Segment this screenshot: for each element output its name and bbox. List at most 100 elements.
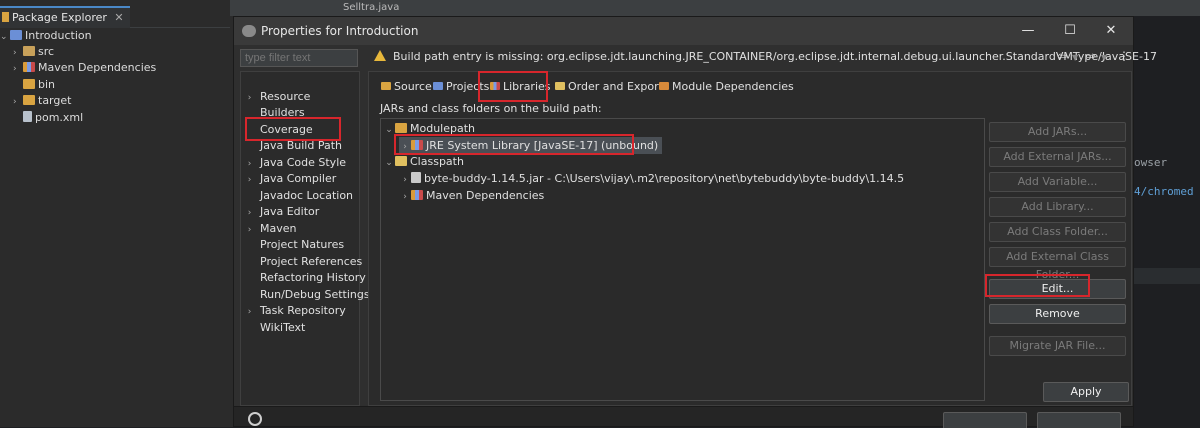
tab-module-dependencies[interactable]: Module Dependencies [659, 78, 794, 96]
folder-icon [23, 79, 35, 89]
chevron-right-icon[interactable]: › [243, 172, 256, 188]
tab-libraries[interactable]: Libraries [490, 78, 551, 96]
tree-item-classpath[interactable]: ⌄ Classpath [383, 153, 464, 170]
tree-item-maven-dependencies[interactable]: › Maven Dependencies [399, 187, 544, 204]
tree-item-target[interactable]: › target [13, 93, 71, 109]
minimize-button[interactable]: — [1015, 21, 1041, 41]
editor-area[interactable] [1134, 16, 1200, 427]
chevron-right-icon[interactable]: › [13, 45, 23, 61]
dropdown-arrow-icon[interactable]: ▼ [1101, 53, 1107, 62]
tree-item-label: byte-buddy-1.14.5.jar - C:\Users\vijay\.… [424, 172, 905, 185]
dialog-button-bar [234, 406, 1133, 428]
nav-item-java-code-style[interactable]: › Java Code Style [243, 155, 346, 171]
tree-item-label: Maven Dependencies [426, 189, 545, 202]
nav-item-label: Java Code Style [260, 156, 347, 169]
nav-item-project-references[interactable]: Project References [243, 254, 362, 270]
view-menu-icon[interactable]: ⋮ [1118, 49, 1130, 63]
warning-icon [374, 50, 386, 61]
nav-item-java-editor[interactable]: › Java Editor [243, 204, 320, 221]
nav-item-project-natures[interactable]: Project Natures [243, 237, 344, 253]
tree-item-introduction[interactable]: ⌄ Introduction [0, 28, 92, 44]
chevron-right-icon[interactable]: › [243, 304, 256, 320]
xml-file-icon [23, 111, 32, 122]
nav-item-java-compiler[interactable]: › Java Compiler [243, 171, 337, 188]
tab-label: Libraries [503, 80, 551, 93]
editor-toolbar: Selltra.java [230, 0, 1200, 16]
help-icon[interactable] [248, 412, 262, 426]
nav-item-run-debug-settings[interactable]: Run/Debug Settings [243, 287, 370, 303]
apply-and-close-button[interactable] [943, 412, 1027, 428]
add-external-class-folder-button[interactable]: Add External Class Folder... [989, 247, 1126, 281]
forward-arrow-icon[interactable]: ⇨ [1086, 49, 1096, 63]
libraries-icon [490, 82, 500, 90]
tab-label: Module Dependencies [672, 80, 794, 93]
remove-button[interactable]: Remove [989, 304, 1126, 324]
tree-item-jre-system-library[interactable]: › JRE System Library [JavaSE-17] (unbound… [399, 137, 663, 154]
tree-item-byte-buddy-jar[interactable]: › byte-buddy-1.14.5.jar - C:\Users\vijay\… [399, 170, 904, 187]
build-path-entries-tree: ⌄ Modulepath › JRE System Library [JavaSE-… [380, 118, 985, 401]
filter-input[interactable] [240, 49, 358, 67]
add-class-folder-button[interactable]: Add Class Folder... [989, 222, 1126, 242]
package-explorer-tree: ⌄ Introduction › src › Maven Dependencies b… [0, 28, 230, 427]
add-library-button[interactable]: Add Library... [989, 197, 1126, 217]
add-variable-button[interactable]: Add Variable... [989, 172, 1126, 192]
chevron-down-icon[interactable]: ⌄ [383, 122, 395, 139]
nav-item-label: Maven [260, 222, 297, 235]
module-dependencies-icon [659, 82, 669, 90]
tab-projects[interactable]: Projects [433, 78, 489, 96]
tree-item-maven-dependencies[interactable]: › Maven Dependencies [13, 60, 156, 76]
tree-item-src[interactable]: › src [13, 44, 54, 60]
chevron-right-icon[interactable]: › [243, 156, 256, 172]
dialog-titlebar[interactable]: Properties for Introduction — ☐ ✕ [234, 17, 1133, 45]
tab-source[interactable]: Source [381, 78, 432, 96]
nav-item-coverage[interactable]: Coverage [243, 122, 313, 138]
dropdown-arrow-icon[interactable]: ▼ [1072, 53, 1078, 62]
nav-item-task-repository[interactable]: › Task Repository [243, 303, 346, 319]
package-explorer-header: Package Explorer ✕ [0, 6, 230, 28]
nav-item-label: Task Repository [260, 304, 346, 317]
add-external-jars-button[interactable]: Add External JARs... [989, 147, 1126, 167]
chevron-right-icon[interactable]: › [13, 61, 23, 77]
chevron-right-icon[interactable]: › [243, 90, 256, 106]
chevron-right-icon[interactable]: › [243, 205, 256, 221]
editor-tab[interactable]: Selltra.java [343, 2, 435, 16]
chevron-right-icon[interactable]: › [13, 94, 23, 110]
projects-icon [433, 82, 443, 90]
tree-item-label: Modulepath [410, 122, 476, 135]
nav-item-java-build-path[interactable]: Java Build Path [243, 138, 342, 154]
close-button[interactable]: ✕ [1098, 21, 1124, 41]
nav-item-label: Resource [260, 90, 311, 103]
nav-item-label: Java Editor [260, 205, 320, 218]
chevron-down-icon[interactable]: ⌄ [0, 29, 10, 45]
tree-item-bin[interactable]: bin [13, 77, 55, 93]
nav-item-maven[interactable]: › Maven [243, 221, 297, 238]
tree-item-pom-xml[interactable]: pom.xml [13, 110, 83, 126]
tree-item-label: JRE System Library [JavaSE-17] (unbound) [426, 139, 659, 152]
tree-item-label: Maven Dependencies [38, 61, 157, 74]
nav-item-wikitext[interactable]: WikiText [243, 320, 305, 336]
chevron-right-icon[interactable]: › [243, 222, 256, 238]
migrate-jar-file-button[interactable]: Migrate JAR File... [989, 336, 1126, 356]
chevron-right-icon[interactable]: › [399, 189, 411, 206]
package-explorer-tab[interactable]: Package Explorer ✕ [0, 6, 130, 28]
close-icon[interactable]: ✕ [114, 11, 123, 24]
nav-item-refactoring-history[interactable]: Refactoring History [243, 270, 366, 286]
apply-button[interactable]: Apply [1043, 382, 1129, 402]
tree-item-label: target [38, 94, 72, 107]
chevron-down-icon[interactable]: ⌄ [383, 155, 395, 172]
edit-button[interactable]: Edit... [989, 279, 1126, 299]
tab-order-and-export[interactable]: Order and Export [555, 78, 663, 96]
add-jars-button[interactable]: Add JARs... [989, 122, 1126, 142]
code-line: 4/chromed [1134, 185, 1194, 198]
back-arrow-icon[interactable]: ⇦ [1057, 49, 1067, 63]
tab-label: Order and Export [568, 80, 663, 93]
maximize-button[interactable]: ☐ [1057, 21, 1083, 41]
properties-dialog: Properties for Introduction — ☐ ✕ › Resou… [233, 16, 1157, 428]
nav-item-resource[interactable]: › Resource [243, 89, 311, 106]
tree-item-modulepath[interactable]: ⌄ Modulepath [383, 120, 475, 137]
build-path-label: JARs and class folders on the build path… [380, 102, 602, 115]
nav-item-javadoc-location[interactable]: Javadoc Location [243, 188, 353, 204]
nav-item-label: Javadoc Location [260, 189, 354, 202]
nav-item-builders[interactable]: Builders [243, 105, 305, 121]
cancel-button[interactable] [1037, 412, 1121, 428]
